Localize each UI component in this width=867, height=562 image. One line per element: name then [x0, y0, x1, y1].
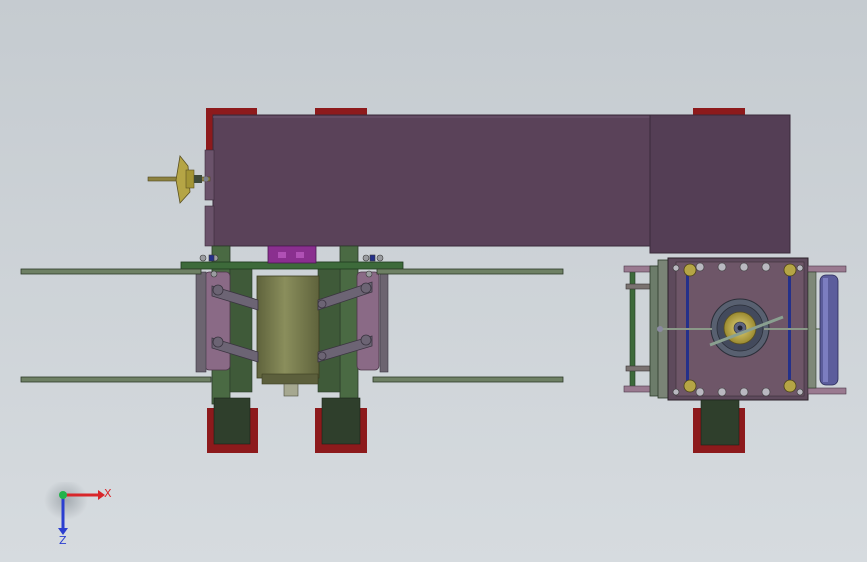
handwheel-assembly[interactable] — [147, 155, 211, 204]
main-frame[interactable] — [204, 114, 791, 254]
left-side-plate-b — [339, 245, 359, 405]
cad-viewport[interactable]: X Z — [0, 0, 867, 562]
blue-roller — [819, 274, 839, 386]
left-mechanism[interactable] — [180, 245, 404, 453]
frame-right-block — [649, 114, 791, 254]
rail-lower-left — [20, 376, 212, 383]
rail-upper-right — [376, 268, 564, 275]
right-mechanism[interactable] — [623, 257, 847, 453]
purple-motor-block — [267, 245, 317, 264]
olive-column — [256, 275, 320, 379]
machine-assembly-top-view[interactable] — [0, 0, 867, 562]
x-axis-label: X — [104, 487, 112, 500]
y-axis-dot — [59, 491, 67, 499]
z-axis-label: Z — [59, 534, 67, 547]
rail-lower-right — [372, 376, 564, 383]
frame-long-beam — [212, 114, 651, 247]
frame-left-edge — [204, 149, 215, 201]
rail-upper-left — [20, 268, 202, 275]
orientation-triad: X Z — [44, 482, 112, 547]
